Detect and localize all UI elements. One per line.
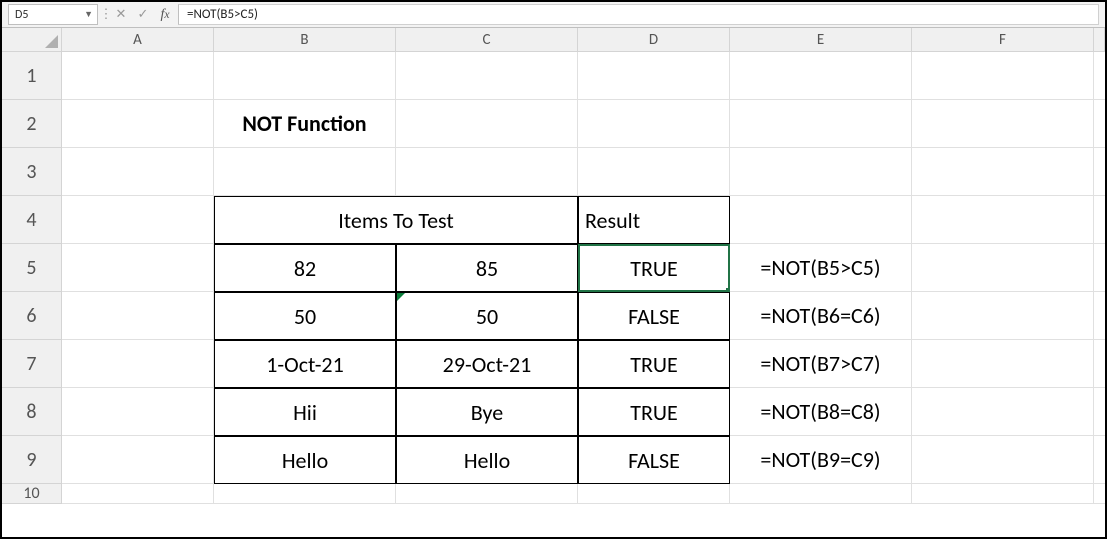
cell-B1[interactable] [214, 52, 396, 100]
cell-edge-5 [1094, 244, 1107, 292]
formula-input[interactable]: =NOT(B5>C5) [178, 4, 1099, 25]
formula-bar: D5 ▼ ⋮ ✕ ✓ fx =NOT(B5>C5) [2, 2, 1105, 28]
cell-B2-title[interactable]: NOT Function [214, 100, 396, 148]
cell-F10[interactable] [912, 484, 1094, 504]
row-header-6[interactable]: 6 [2, 292, 62, 340]
cell-B5[interactable]: 82 [214, 244, 396, 292]
cell-edge-2 [1094, 100, 1107, 148]
cell-A4[interactable] [62, 196, 214, 244]
cell-E10[interactable] [730, 484, 912, 504]
cell-A2[interactable] [62, 100, 214, 148]
col-header-B[interactable]: B [214, 28, 396, 52]
cell-F9[interactable] [912, 436, 1094, 484]
cell-C2[interactable] [396, 100, 578, 148]
row-header-9[interactable]: 9 [2, 436, 62, 484]
cell-C8[interactable]: Bye [396, 388, 578, 436]
cell-C10[interactable] [396, 484, 578, 504]
cell-F6[interactable] [912, 292, 1094, 340]
select-all-button[interactable] [2, 28, 62, 52]
cell-D7[interactable]: TRUE [578, 340, 730, 388]
col-header-A[interactable]: A [62, 28, 214, 52]
cell-edge-7 [1094, 340, 1107, 388]
table-header-items[interactable]: Items To Test [214, 196, 578, 244]
cell-edge-6 [1094, 292, 1107, 340]
cell-F4[interactable] [912, 196, 1094, 244]
name-box[interactable]: D5 ▼ [8, 4, 98, 25]
cell-A7[interactable] [62, 340, 214, 388]
cell-E9-formula[interactable]: =NOT(B9=C9) [730, 436, 912, 484]
table-header-result[interactable]: Result [578, 196, 730, 244]
row-header-8[interactable]: 8 [2, 388, 62, 436]
cell-edge-9 [1094, 436, 1107, 484]
cell-F7[interactable] [912, 340, 1094, 388]
col-header-D[interactable]: D [578, 28, 730, 52]
cell-F2[interactable] [912, 100, 1094, 148]
row-header-5[interactable]: 5 [2, 244, 62, 292]
cell-F8[interactable] [912, 388, 1094, 436]
fx-icon[interactable]: fx [154, 2, 176, 27]
cell-edge-1 [1094, 52, 1107, 100]
cell-E5-formula[interactable]: =NOT(B5>C5) [730, 244, 912, 292]
cell-edge-3 [1094, 148, 1107, 196]
cell-C3[interactable] [396, 148, 578, 196]
col-header-edge [1094, 28, 1105, 52]
cell-D9[interactable]: FALSE [578, 436, 730, 484]
chevron-down-icon: ▼ [84, 9, 93, 20]
cell-edge-10 [1094, 484, 1107, 504]
cell-A9[interactable] [62, 436, 214, 484]
cell-A1[interactable] [62, 52, 214, 100]
cell-D2[interactable] [578, 100, 730, 148]
cell-F3[interactable] [912, 148, 1094, 196]
cell-E3[interactable] [730, 148, 912, 196]
separator-icon: ⋮ [102, 2, 110, 27]
cell-B7[interactable]: 1-Oct-21 [214, 340, 396, 388]
cell-E8-formula[interactable]: =NOT(B8=C8) [730, 388, 912, 436]
row-header-4[interactable]: 4 [2, 196, 62, 244]
row-header-2[interactable]: 2 [2, 100, 62, 148]
cell-edge-8 [1094, 388, 1107, 436]
cell-B8[interactable]: Hii [214, 388, 396, 436]
cell-B3[interactable] [214, 148, 396, 196]
row-header-10[interactable]: 10 [2, 484, 62, 504]
cell-F5[interactable] [912, 244, 1094, 292]
excel-window: D5 ▼ ⋮ ✕ ✓ fx =NOT(B5>C5) A B C D E F 1 … [0, 0, 1107, 539]
name-box-value: D5 [15, 8, 28, 22]
col-header-F[interactable]: F [912, 28, 1094, 52]
cell-D1[interactable] [578, 52, 730, 100]
spreadsheet-grid[interactable]: A B C D E F 1 2 NOT Function 3 [2, 28, 1105, 504]
cell-E7-formula[interactable]: =NOT(B7>C7) [730, 340, 912, 388]
cell-D8[interactable]: TRUE [578, 388, 730, 436]
cell-C7[interactable]: 29-Oct-21 [396, 340, 578, 388]
cell-A3[interactable] [62, 148, 214, 196]
cell-A5[interactable] [62, 244, 214, 292]
cell-A10[interactable] [62, 484, 214, 504]
confirm-icon[interactable]: ✓ [132, 2, 154, 27]
cell-B9[interactable]: Hello [214, 436, 396, 484]
cell-E4[interactable] [730, 196, 912, 244]
col-header-E[interactable]: E [730, 28, 912, 52]
formula-text: =NOT(B5>C5) [187, 7, 258, 22]
row-header-3[interactable]: 3 [2, 148, 62, 196]
cell-E2[interactable] [730, 100, 912, 148]
cell-C5[interactable]: 85 [396, 244, 578, 292]
cell-D3[interactable] [578, 148, 730, 196]
cell-E1[interactable] [730, 52, 912, 100]
row-header-7[interactable]: 7 [2, 340, 62, 388]
cell-D10[interactable] [578, 484, 730, 504]
cell-D6[interactable]: FALSE [578, 292, 730, 340]
cell-D5[interactable]: TRUE [578, 244, 730, 292]
cell-A6[interactable] [62, 292, 214, 340]
cell-edge-4 [1094, 196, 1107, 244]
cell-C1[interactable] [396, 52, 578, 100]
col-header-C[interactable]: C [396, 28, 578, 52]
cell-A8[interactable] [62, 388, 214, 436]
row-header-1[interactable]: 1 [2, 52, 62, 100]
cell-B10[interactable] [214, 484, 396, 504]
cell-B6[interactable]: 50 [214, 292, 396, 340]
cell-C9[interactable]: Hello [396, 436, 578, 484]
cell-C6[interactable]: 50 [396, 292, 578, 340]
cancel-icon[interactable]: ✕ [110, 2, 132, 27]
cell-F1[interactable] [912, 52, 1094, 100]
cell-E6-formula[interactable]: =NOT(B6=C6) [730, 292, 912, 340]
